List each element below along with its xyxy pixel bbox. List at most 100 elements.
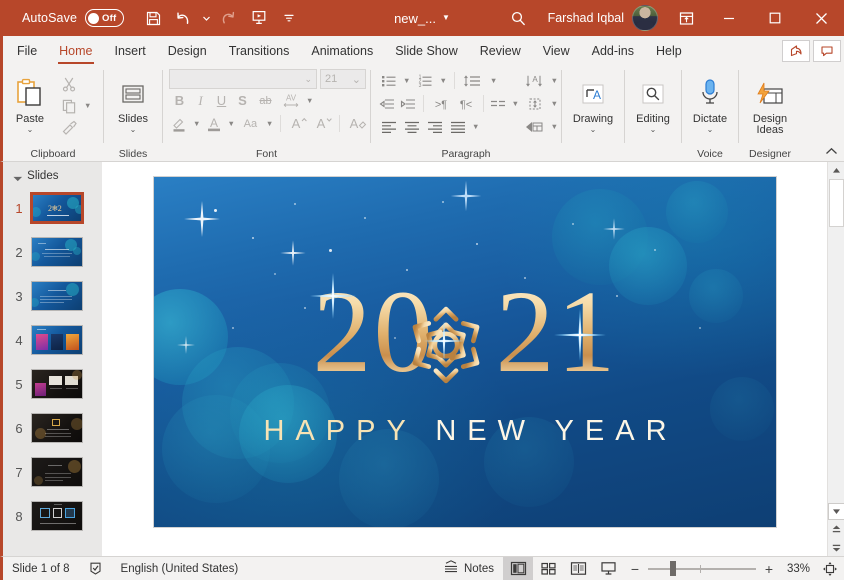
font-size-chevron-down-icon[interactable]: ⌄ bbox=[352, 73, 361, 86]
align-center-icon[interactable] bbox=[400, 116, 423, 138]
change-case-button[interactable]: Aa bbox=[238, 113, 263, 135]
tab-home[interactable]: Home bbox=[48, 36, 103, 66]
increase-indent-icon[interactable] bbox=[398, 93, 419, 115]
next-slide-icon[interactable] bbox=[828, 538, 844, 556]
thumbnail-slide-6[interactable]: 6 bbox=[3, 406, 98, 450]
slides-button[interactable]: Slides ⌄ bbox=[106, 70, 160, 134]
customize-quick-access-icon[interactable] bbox=[274, 4, 304, 32]
thumbnail-slide-7[interactable]: 7 bbox=[3, 450, 98, 494]
fit-slide-to-window-icon[interactable] bbox=[816, 557, 844, 580]
slide-canvas[interactable]: 20021 bbox=[154, 177, 776, 527]
align-left-icon[interactable] bbox=[377, 116, 400, 138]
justify-icon[interactable] bbox=[446, 116, 469, 138]
copy-chevron-down-icon[interactable]: ▼ bbox=[81, 101, 94, 110]
justify-chevron-down-icon[interactable]: ▼ bbox=[469, 122, 482, 131]
autosave-toggle[interactable]: Off bbox=[85, 9, 125, 27]
columns-icon[interactable] bbox=[488, 93, 509, 115]
slide-sorter-icon[interactable] bbox=[533, 557, 563, 580]
tab-review[interactable]: Review bbox=[469, 36, 532, 66]
bullets-icon[interactable] bbox=[377, 70, 400, 92]
zoom-in-button[interactable]: + bbox=[763, 561, 775, 577]
change-case-chevron-down-icon[interactable]: ▼ bbox=[263, 119, 276, 128]
tab-help[interactable]: Help bbox=[645, 36, 693, 66]
design-ideas-button[interactable]: Design Ideas bbox=[743, 70, 797, 136]
thumbnail-slide-5[interactable]: 5 bbox=[3, 362, 98, 406]
character-spacing-button[interactable]: AV bbox=[278, 90, 303, 112]
align-text-icon[interactable] bbox=[522, 93, 548, 115]
ribbon-display-options-icon[interactable] bbox=[666, 0, 706, 36]
increase-font-size-button[interactable]: A bbox=[285, 113, 310, 135]
search-icon[interactable] bbox=[496, 0, 542, 36]
tab-animations[interactable]: Animations bbox=[300, 36, 384, 66]
text-direction-chevron-down-icon[interactable]: ▼ bbox=[548, 76, 561, 85]
editing-button[interactable]: Editing ⌄ bbox=[626, 70, 680, 134]
highlight-chevron-down-icon[interactable]: ▼ bbox=[190, 119, 203, 128]
slide-counter[interactable]: Slide 1 of 8 bbox=[3, 557, 79, 580]
line-spacing-chevron-down-icon[interactable]: ▼ bbox=[487, 76, 500, 85]
underline-button[interactable]: U bbox=[211, 90, 232, 112]
tab-transitions[interactable]: Transitions bbox=[218, 36, 301, 66]
dictate-button[interactable]: Dictate ⌄ bbox=[683, 70, 737, 134]
minimize-icon[interactable] bbox=[706, 0, 752, 36]
clear-formatting-icon[interactable]: A bbox=[344, 113, 369, 135]
close-icon[interactable] bbox=[798, 0, 844, 36]
slide-show-icon[interactable] bbox=[593, 557, 623, 580]
comment-icon[interactable] bbox=[813, 40, 841, 62]
paste-chevron-down-icon[interactable]: ⌄ bbox=[27, 126, 34, 134]
language-indicator[interactable]: English (United States) bbox=[112, 557, 248, 580]
tab-file[interactable]: File bbox=[3, 36, 48, 66]
copy-icon[interactable] bbox=[57, 95, 81, 116]
drawing-button[interactable]: A Drawing ⌄ bbox=[566, 70, 620, 134]
text-highlight-icon[interactable] bbox=[169, 113, 190, 135]
text-direction-icon[interactable]: A bbox=[520, 70, 548, 92]
tab-insert[interactable]: Insert bbox=[104, 36, 157, 66]
slide-editing-area[interactable]: 20021 bbox=[102, 162, 827, 556]
reading-view-icon[interactable] bbox=[563, 557, 593, 580]
slides-chevron-down-icon[interactable]: ⌄ bbox=[130, 126, 137, 134]
thumbnail-slide-2[interactable]: 2 bbox=[3, 230, 98, 274]
normal-view-icon[interactable] bbox=[503, 556, 533, 580]
zoom-slider-handle[interactable] bbox=[670, 561, 676, 576]
scroll-up-icon[interactable] bbox=[828, 162, 844, 179]
thumbnail-slide-4[interactable]: 4 bbox=[3, 318, 98, 362]
scroll-down-icon[interactable] bbox=[827, 503, 844, 520]
align-right-icon[interactable] bbox=[423, 116, 446, 138]
notes-button[interactable]: Notes bbox=[434, 557, 503, 580]
slide-thumbnail-pane[interactable]: ◢ Slides 1 2❄2 2 3 4 5 6 7 8 bbox=[0, 162, 98, 556]
paste-button[interactable]: Paste ⌄ bbox=[3, 70, 57, 134]
decrease-font-size-button[interactable]: A bbox=[310, 113, 335, 135]
start-slideshow-icon[interactable] bbox=[244, 4, 274, 32]
save-icon[interactable] bbox=[138, 4, 168, 32]
font-name-chevron-down-icon[interactable]: ⌄ bbox=[304, 74, 312, 85]
collapse-triangle-icon[interactable]: ◢ bbox=[13, 171, 24, 182]
tab-add-ins[interactable]: Add-ins bbox=[581, 36, 645, 66]
collapse-ribbon-chevron-up-icon[interactable] bbox=[825, 147, 838, 159]
scrollbar-thumb[interactable] bbox=[828, 179, 844, 227]
align-text-chevron-down-icon[interactable]: ▼ bbox=[548, 99, 561, 108]
undo-icon[interactable] bbox=[168, 4, 198, 32]
font-color-icon[interactable]: A bbox=[203, 113, 224, 135]
convert-to-smartart-icon[interactable] bbox=[520, 116, 548, 138]
zoom-slider[interactable] bbox=[648, 557, 756, 580]
undo-dropdown-chevron-down-icon[interactable] bbox=[198, 4, 214, 32]
cut-icon[interactable] bbox=[57, 73, 81, 94]
character-spacing-chevron-down-icon[interactable]: ▼ bbox=[303, 96, 316, 105]
maximize-icon[interactable] bbox=[752, 0, 798, 36]
tab-view[interactable]: View bbox=[532, 36, 581, 66]
ltr-icon[interactable]: >¶ bbox=[428, 93, 454, 115]
account-button[interactable]: Farshad Iqbal bbox=[542, 0, 666, 36]
tab-design[interactable]: Design bbox=[157, 36, 218, 66]
thumbnail-slide-3[interactable]: 3 bbox=[3, 274, 98, 318]
zoom-control[interactable]: − + 33% bbox=[623, 557, 816, 580]
editing-chevron-down-icon[interactable]: ⌄ bbox=[650, 126, 657, 134]
decrease-indent-icon[interactable] bbox=[377, 93, 398, 115]
thumbnail-slide-1[interactable]: 1 2❄2 bbox=[3, 186, 98, 230]
drawing-chevron-down-icon[interactable]: ⌄ bbox=[590, 126, 597, 134]
bullets-chevron-down-icon[interactable]: ▼ bbox=[400, 76, 413, 85]
document-title-chevron-down-icon[interactable]: ▼ bbox=[442, 14, 450, 22]
autosave-control[interactable]: AutoSave Off bbox=[22, 9, 125, 27]
accessibility-check-icon[interactable] bbox=[79, 557, 112, 580]
bold-button[interactable]: B bbox=[169, 90, 190, 112]
vertical-scrollbar[interactable] bbox=[827, 162, 844, 556]
font-name-input[interactable]: ⌄ bbox=[169, 69, 317, 89]
